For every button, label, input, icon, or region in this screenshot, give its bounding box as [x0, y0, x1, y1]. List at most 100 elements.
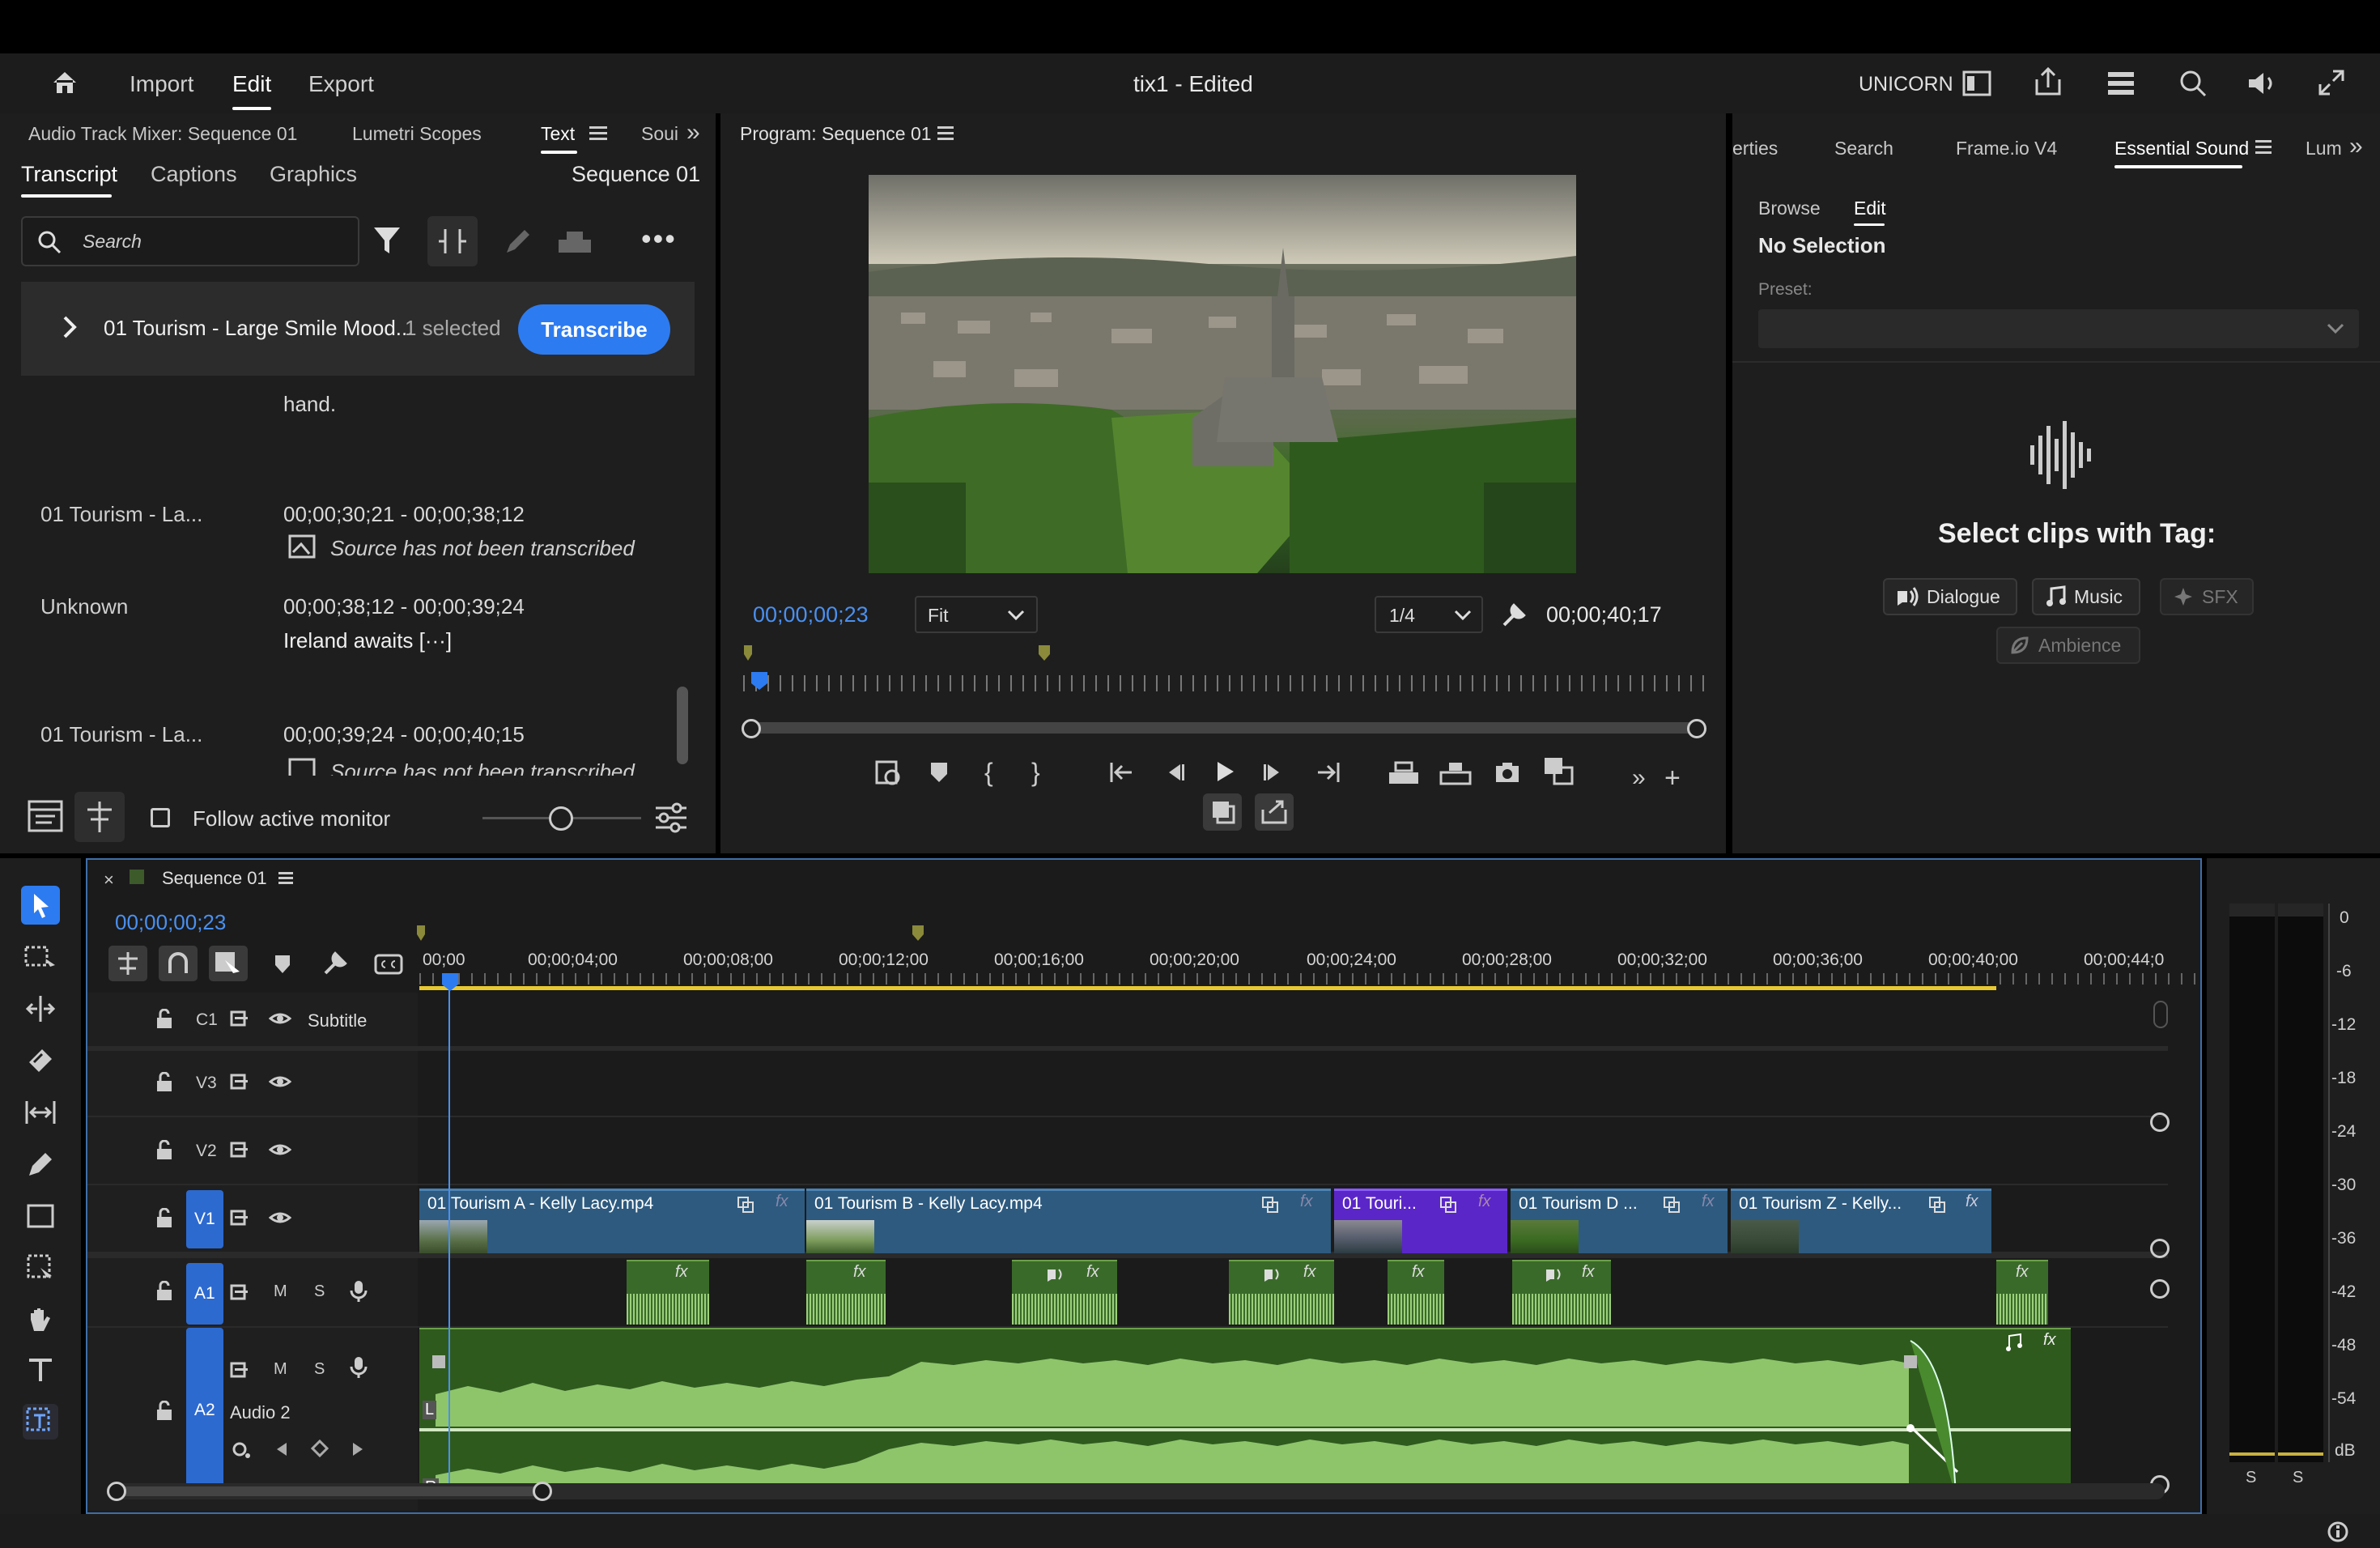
solo-button[interactable]: S: [314, 1282, 325, 1301]
program-menu-icon[interactable]: [937, 125, 954, 140]
fx-badge[interactable]: fx: [1702, 1193, 1715, 1211]
playhead-line[interactable]: [448, 985, 450, 1496]
mark-in-icon[interactable]: {: [984, 758, 993, 788]
lift-icon[interactable]: [1388, 759, 1420, 785]
microphone-icon[interactable]: [350, 1355, 368, 1380]
hand-tool[interactable]: [26, 1305, 55, 1334]
menu-edit[interactable]: Edit: [232, 71, 272, 110]
sync-lock-icon[interactable]: [230, 1142, 249, 1158]
tab-text[interactable]: Text: [541, 123, 575, 145]
insert-marker-icon[interactable]: [874, 759, 902, 787]
video-clip[interactable]: 01 Tourism Z - Kelly... fx: [1731, 1189, 1991, 1253]
tab-lumetri[interactable]: Lum: [2306, 138, 2342, 159]
mute-button[interactable]: M: [274, 1360, 287, 1379]
more-tabs-icon[interactable]: »: [2349, 134, 2363, 159]
hscroll-handle-right[interactable]: [533, 1482, 552, 1501]
add-marker-icon[interactable]: [274, 954, 291, 975]
scroll-handle-right[interactable]: [1687, 719, 1706, 738]
clip-row[interactable]: 01 Tourism - Large Smile Mood... 1 selec…: [21, 282, 695, 376]
selection-tool[interactable]: [21, 886, 60, 925]
sync-lock-icon[interactable]: [230, 1362, 249, 1378]
step-forward-icon[interactable]: [1263, 761, 1286, 784]
fx-badge[interactable]: fx: [2016, 1263, 2029, 1282]
panels-icon[interactable]: [2106, 70, 2136, 97]
linked-selection-toggle[interactable]: [209, 946, 248, 981]
menu-export[interactable]: Export: [308, 71, 374, 97]
sync-lock-icon[interactable]: [230, 1010, 249, 1027]
audio-clip[interactable]: fx: [1229, 1260, 1334, 1325]
eye-icon[interactable]: [269, 1010, 291, 1027]
work-area-bar[interactable]: [419, 986, 1996, 990]
hscroll-handle-left[interactable]: [107, 1482, 126, 1501]
track-a1-target[interactable]: A1: [186, 1263, 223, 1325]
tab-audio-mixer[interactable]: Audio Track Mixer: Sequence 01: [28, 123, 297, 145]
subtab-captions[interactable]: Captions: [151, 162, 237, 187]
chevron-right-icon[interactable]: [62, 314, 78, 340]
more-tabs-icon[interactable]: »: [686, 121, 700, 145]
transcript-scrollbar[interactable]: [677, 687, 688, 764]
volume-icon[interactable]: [2246, 70, 2278, 97]
tag-sfx[interactable]: SFX: [2160, 578, 2254, 615]
timeline-hscroll-thumb[interactable]: [112, 1486, 544, 1496]
go-to-out-icon[interactable]: [1315, 761, 1341, 784]
zoom-slider-thumb[interactable]: [549, 806, 573, 831]
subtitle-scroll-handle[interactable]: [2153, 1001, 2168, 1028]
play-icon[interactable]: [1214, 759, 1237, 784]
program-mini-ruler[interactable]: [743, 675, 1705, 691]
pen-tool[interactable]: [26, 1150, 55, 1179]
scroll-handle-left[interactable]: [742, 719, 761, 738]
solo-left-button[interactable]: S: [2246, 1469, 2256, 1487]
transform-tool[interactable]: [26, 1253, 55, 1282]
overwrite-button[interactable]: [1203, 793, 1242, 831]
workspace-label[interactable]: UNICORN: [1859, 73, 1953, 96]
audio-clip[interactable]: fx: [1512, 1260, 1611, 1325]
add-marker-icon[interactable]: [929, 761, 949, 784]
program-current-time[interactable]: 00;00;00;23: [753, 602, 869, 627]
eye-icon[interactable]: [269, 1142, 291, 1158]
nest-toggle[interactable]: [108, 946, 147, 981]
timeline-menu-icon[interactable]: [278, 871, 293, 884]
tab-properties[interactable]: erties: [1732, 138, 1778, 159]
follow-monitor-checkbox[interactable]: [151, 808, 170, 827]
share-icon[interactable]: [2034, 66, 2063, 97]
eye-icon[interactable]: [269, 1210, 291, 1226]
resolution-dropdown[interactable]: 1/4: [1375, 596, 1483, 633]
workspace-icon[interactable]: [1962, 70, 1991, 97]
transcribe-button[interactable]: Transcribe: [518, 304, 670, 355]
audio-clip[interactable]: fx: [806, 1260, 886, 1325]
progress-search-icon[interactable]: [2178, 68, 2208, 99]
filter-icon[interactable]: [372, 225, 402, 256]
lock-icon[interactable]: [155, 1009, 173, 1030]
timeline-ruler[interactable]: 00;00 00;00;04;00 00;00;08;00 00;00;12;0…: [419, 946, 2195, 993]
extract-icon[interactable]: [1439, 759, 1472, 785]
tab-search[interactable]: Search: [1834, 138, 1893, 159]
wrench-icon[interactable]: [1501, 601, 1528, 628]
fx-badge[interactable]: fx: [1086, 1263, 1099, 1282]
slip-tool[interactable]: [24, 1098, 57, 1127]
menu-import[interactable]: Import: [130, 71, 193, 97]
fx-badge[interactable]: fx: [1303, 1263, 1316, 1282]
fx-badge[interactable]: fx: [1966, 1193, 1978, 1211]
track-a2-target[interactable]: A2: [186, 1328, 223, 1495]
track-scroll-handle[interactable]: [2150, 1279, 2170, 1299]
step-back-icon[interactable]: [1162, 761, 1185, 784]
track-area[interactable]: 01 Tourism A - Kelly Lacy.mp4 fx 01 Tour…: [419, 985, 2170, 1496]
track-scroll-handle[interactable]: [2150, 1112, 2170, 1132]
playhead-icon[interactable]: [440, 972, 460, 993]
program-scrollbar[interactable]: [750, 722, 1697, 734]
lock-icon[interactable]: [155, 1072, 173, 1093]
mute-button[interactable]: M: [274, 1282, 287, 1301]
compare-view-icon[interactable]: [1543, 756, 1575, 785]
more-options-icon[interactable]: •••: [641, 224, 677, 253]
razor-tool[interactable]: [26, 1046, 55, 1075]
caption-tool[interactable]: [23, 1404, 58, 1440]
lock-icon[interactable]: [155, 1281, 173, 1302]
sync-lock-icon[interactable]: [230, 1074, 249, 1090]
panel-menu-icon[interactable]: [589, 125, 607, 141]
panel-menu-icon[interactable]: [2255, 139, 2272, 154]
home-icon[interactable]: [50, 68, 79, 97]
lock-icon[interactable]: [155, 1208, 173, 1229]
fx-badge[interactable]: fx: [1478, 1193, 1491, 1211]
eye-icon[interactable]: [269, 1074, 291, 1090]
close-icon[interactable]: ×: [104, 870, 114, 891]
